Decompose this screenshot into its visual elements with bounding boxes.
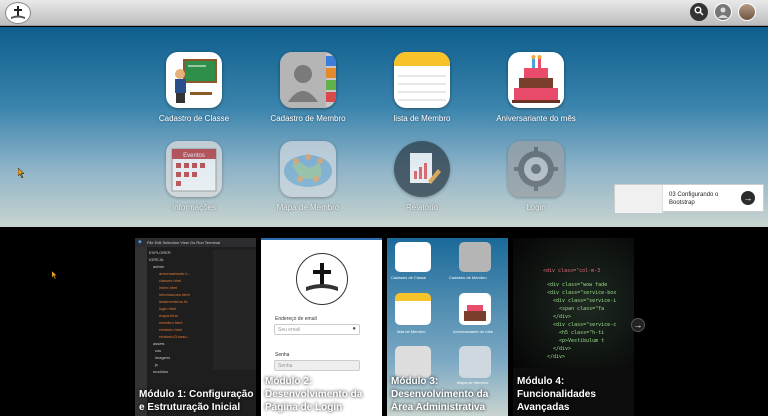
editor-menu-bar: ◆ File Edit Selection View Go Run Termin… — [135, 238, 256, 247]
calendar-events-icon: Eventos — [166, 141, 222, 197]
app-login[interactable]: Login — [481, 141, 591, 212]
app-label: Relatorio — [405, 203, 438, 212]
avatar[interactable] — [738, 3, 756, 21]
user-avatar-icon[interactable] — [714, 3, 732, 21]
code-line: <span class="fa — [559, 306, 605, 312]
code-line: <div class="col-m-3 — [543, 268, 601, 274]
app-label: Informações — [171, 203, 217, 212]
app-relatorio[interactable]: Relatorio — [367, 141, 477, 212]
app-label: Cadastro de Classe — [158, 114, 230, 123]
app-mapa-de-membro[interactable]: Mapa de Membro — [253, 141, 363, 212]
app-label: Cadastro de Classe — [391, 275, 427, 280]
module-card-4[interactable]: <div class="col-m-3 <div class="wow fade… — [513, 238, 634, 416]
mouse-cursor-icon — [52, 266, 58, 284]
user-icon: ● — [352, 326, 356, 332]
notepad-icon — [394, 52, 450, 108]
mouse-cursor-icon — [17, 165, 26, 183]
world-map-people-icon — [280, 141, 336, 197]
contacts-book-icon — [280, 52, 336, 108]
app-label: Cadastro de Membro — [449, 275, 487, 280]
module-title: Módulo 3: Desenvolvimento da Área Administ… — [391, 376, 489, 413]
world-map-people-icon — [459, 346, 491, 378]
code-pane — [213, 250, 256, 370]
cross-book-logo-icon — [296, 253, 348, 305]
calendar-events-icon — [395, 346, 431, 378]
classroom-teacher-icon — [166, 52, 222, 108]
app-cadastro-de-membro[interactable]: Cadastro de Membro — [253, 52, 363, 123]
gear-icon — [508, 141, 564, 197]
app-label: lista de Membro — [397, 329, 426, 334]
app-informacoes[interactable]: Eventos Informações — [139, 141, 249, 212]
email-label: Endereço de email — [275, 316, 317, 322]
notepad-icon — [395, 293, 431, 325]
module-card-2[interactable]: Endereço de email Seu email ● Senha Senh… — [261, 238, 382, 416]
code-line: <div class="service-box — [547, 290, 617, 296]
module-card-1[interactable]: ◆ File Edit Selection View Go Run Termin… — [135, 238, 256, 416]
code-line: <div class="service-i — [553, 298, 617, 304]
vscode-icon: ◆ — [138, 239, 142, 245]
code-line: </div> — [547, 354, 566, 360]
module-title: Módulo 1: Configuração e Estruturação Ini… — [139, 389, 254, 413]
arrow-right-icon[interactable]: → — [741, 191, 755, 205]
birthday-cake-icon — [508, 52, 564, 108]
module-card-3[interactable]: Cadastro de Classe Cadastro de Membro li… — [387, 238, 508, 416]
contacts-book-icon — [459, 242, 491, 272]
app-label: Mapa de Membro — [276, 203, 340, 212]
app-aniversariante-do-mes[interactable]: Aniversariante do mês — [481, 52, 591, 123]
app-lista-de-membro[interactable]: lista de Membro — [367, 52, 477, 123]
code-line: <h5 class="h-ti — [559, 330, 605, 336]
app-label: Aniversariante do mês — [453, 329, 493, 334]
email-field[interactable]: Seu email ● — [274, 324, 360, 335]
app-label: Login — [526, 203, 546, 212]
module-title: Módulo 4: Funcionalidades Avançadas — [517, 376, 596, 413]
module-cards: ◆ File Edit Selection View Go Run Termin… — [0, 228, 768, 416]
top-bar — [0, 0, 768, 26]
app-label: lista de Membro — [393, 114, 451, 123]
code-line: <div class="wow fade — [547, 282, 608, 288]
calendar-badge: Eventos — [183, 153, 205, 159]
password-field[interactable]: Senha — [274, 360, 360, 371]
code-line: </div> — [553, 346, 572, 352]
search-icon — [694, 3, 704, 21]
cross-book-logo-icon[interactable] — [5, 2, 31, 24]
report-chart-icon — [394, 141, 450, 197]
video-popup[interactable]: 03 Configurando o Bootstrap → — [614, 184, 764, 213]
app-label: Cadastro de Membro — [270, 114, 346, 123]
birthday-cake-icon — [459, 293, 491, 325]
app-cadastro-de-classe[interactable]: Cadastro de Classe — [139, 52, 249, 123]
app-label: Aniversariante do mês — [496, 114, 576, 123]
password-label: Senha — [275, 352, 290, 358]
popup-text: 03 Configurando o Bootstrap — [669, 192, 719, 206]
code-line: </div> — [553, 314, 572, 320]
classroom-teacher-icon — [395, 242, 431, 272]
module-title: Módulo 2: Desenvolvimento da Página de Log… — [265, 376, 363, 413]
arrow-right-icon[interactable]: → — [631, 318, 645, 332]
search-button[interactable] — [690, 3, 708, 21]
file-explorer: EXPLORER IGREJA admin aniversariante.h..… — [149, 250, 190, 374]
code-line: <p>Vestibulum t — [559, 338, 605, 344]
editor-menu: File Edit Selection View Go Run Terminal — [147, 240, 220, 245]
code-line: <div class="service-c — [553, 322, 617, 328]
video-thumbnail — [615, 185, 663, 213]
